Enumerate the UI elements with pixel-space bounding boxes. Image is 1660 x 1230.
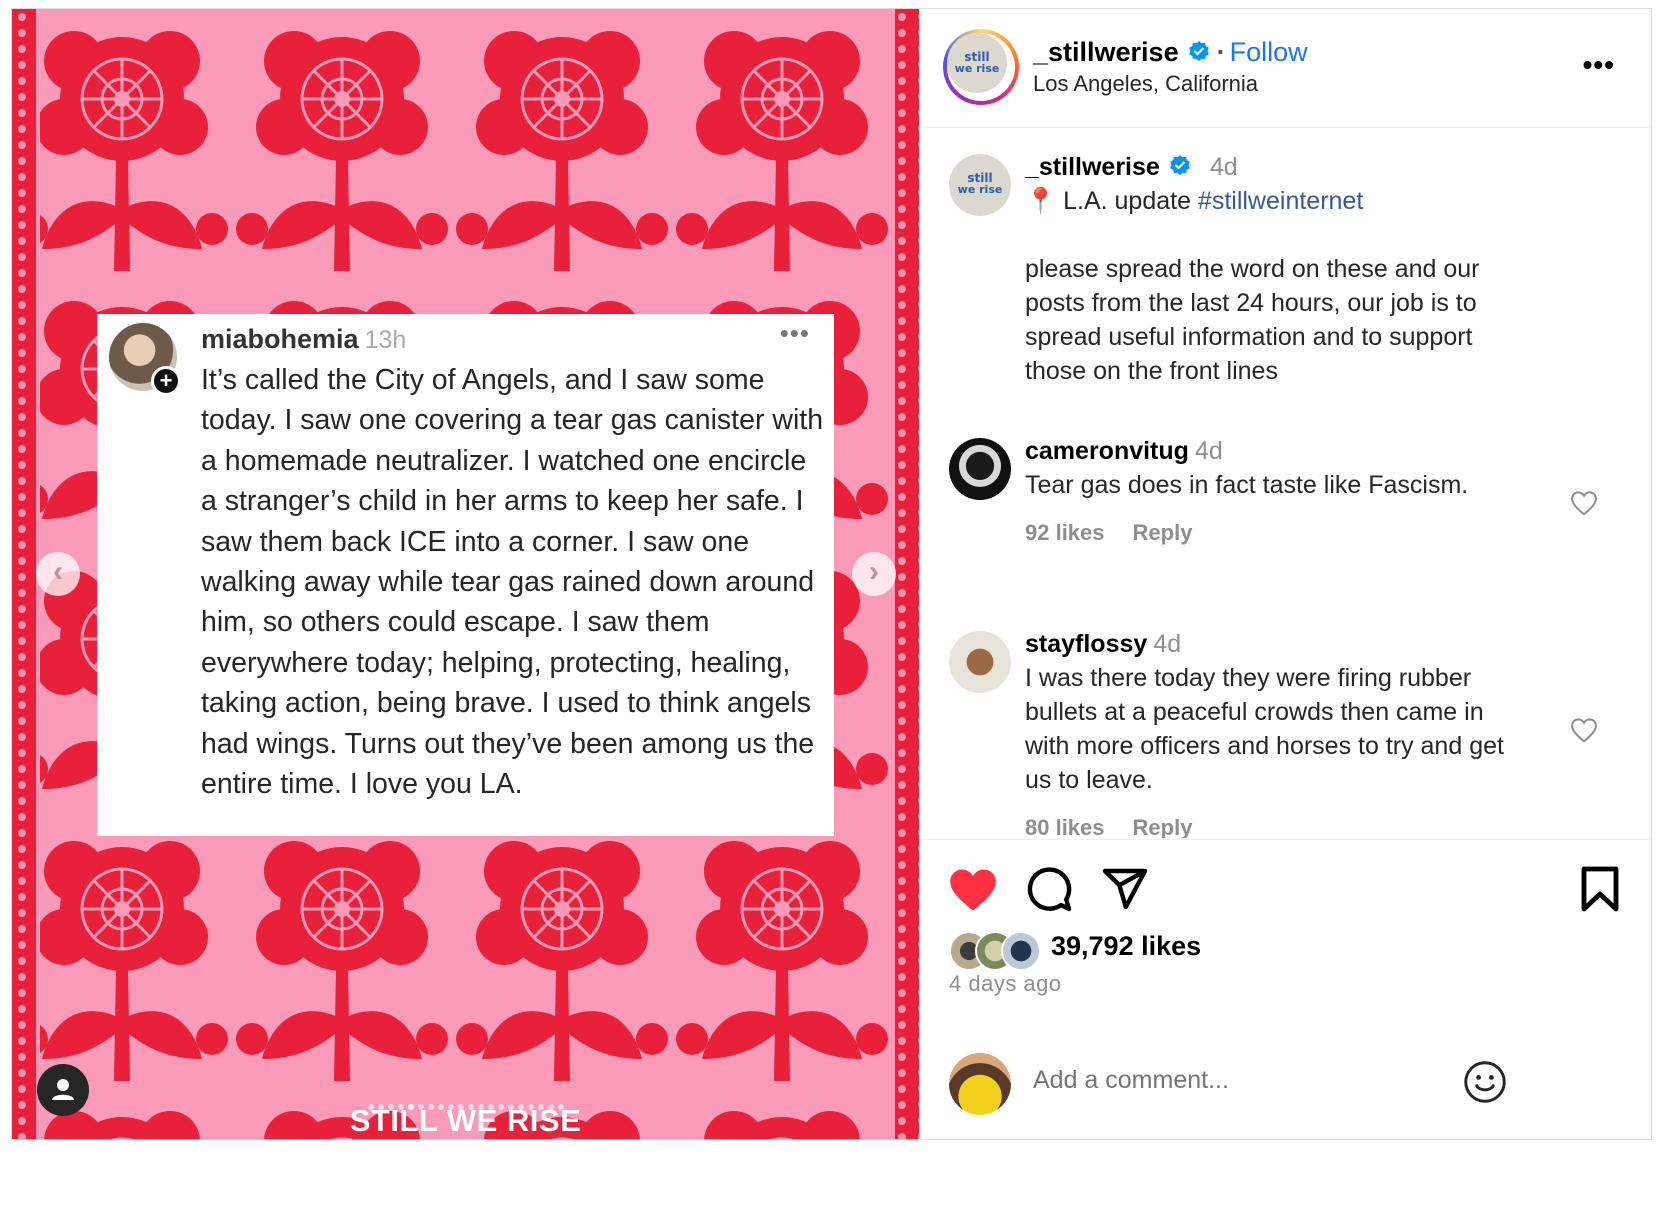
follow-button[interactable]: Follow [1230, 37, 1308, 67]
commenter-avatar[interactable] [949, 438, 1011, 500]
quoted-post-text: It’s called the City of Angels, and I sa… [201, 364, 824, 801]
quoted-post-card: + miabohemia 13h ••• It’s called the City… [97, 314, 834, 836]
caption-username[interactable]: _stillwerise [1025, 153, 1160, 181]
post-date: 4 days ago [949, 971, 1062, 996]
post-media[interactable]: + miabohemia 13h ••• It’s called the City… [12, 9, 919, 1139]
quoted-timestamp: 13h [364, 326, 407, 354]
comment-icon[interactable] [1025, 865, 1073, 913]
comment-timestamp: 4d [1194, 437, 1223, 465]
quoted-username: miabohemia [201, 324, 359, 354]
author-username[interactable]: _stillwerise [1033, 37, 1179, 67]
quoted-more-icon: ••• [779, 318, 810, 348]
emoji-picker-icon[interactable] [1463, 1060, 1507, 1104]
comment-username[interactable]: stayflossy [1025, 630, 1147, 658]
like-comment-heart-icon[interactable] [1569, 488, 1599, 518]
previous-slide-button[interactable]: ‹ [36, 552, 80, 596]
author-avatar[interactable]: still we rise [943, 29, 1019, 105]
caption-timestamp: 4d [1209, 153, 1238, 181]
like-comment-heart-icon[interactable] [1569, 715, 1599, 745]
save-bookmark-icon[interactable] [1579, 865, 1621, 913]
stillwerise-logo: still we rise [947, 33, 1007, 93]
next-slide-button[interactable]: › [852, 552, 896, 596]
caption-author-avatar[interactable]: still we rise [949, 154, 1011, 216]
caption-hashtag[interactable]: #stillweinternet [1198, 187, 1363, 215]
likes-count[interactable]: 39,792 likes [1051, 931, 1201, 962]
follow-plus-icon: + [151, 366, 181, 396]
comment-likes[interactable]: 92 likes [1025, 520, 1105, 545]
comment-text: I was there today they were firing rubbe… [1025, 664, 1504, 794]
comment-timestamp: 4d [1153, 630, 1182, 658]
current-user-avatar [949, 1053, 1011, 1115]
liker-avatar [1001, 931, 1041, 971]
caption-text: please spread the word on these and our … [1025, 255, 1480, 385]
caption-headline: L.A. update [1063, 187, 1198, 215]
quoted-user-header: miabohemia 13h [201, 324, 406, 355]
header-author-row: _stillwerise · Follow [1033, 37, 1308, 67]
comments-list[interactable]: still we rise _stillwerise 4d 📍 L.A. upda… [919, 128, 1651, 838]
verified-badge-icon [1188, 41, 1209, 61]
instagram-post: + miabohemia 13h ••• It’s called the City… [11, 8, 1652, 1140]
more-options-icon[interactable]: ••• [1583, 49, 1615, 81]
comment-likes[interactable]: 80 likes [1025, 815, 1105, 838]
share-icon[interactable] [1101, 865, 1149, 913]
add-comment-input[interactable] [1031, 1065, 1435, 1096]
watermark-text: STILL WE RISE [349, 1103, 582, 1138]
comment-username[interactable]: cameronvitug [1025, 437, 1189, 465]
post-location[interactable]: Los Angeles, California [1033, 71, 1258, 97]
comment-reply-button[interactable]: Reply [1133, 520, 1193, 545]
commenter-avatar[interactable] [949, 631, 1011, 693]
like-heart-icon[interactable] [947, 865, 999, 913]
verified-badge-icon [1170, 155, 1190, 175]
pin-icon: 📍 [1025, 187, 1057, 215]
comment-reply-button[interactable]: Reply [1133, 815, 1193, 838]
post-side-panel: still we rise _stillwerise · Follow Los An… [919, 9, 1651, 1139]
comment-text: Tear gas does in fact taste like Fascism… [1025, 471, 1469, 499]
post-header: still we rise _stillwerise · Follow Los An… [919, 9, 1651, 128]
